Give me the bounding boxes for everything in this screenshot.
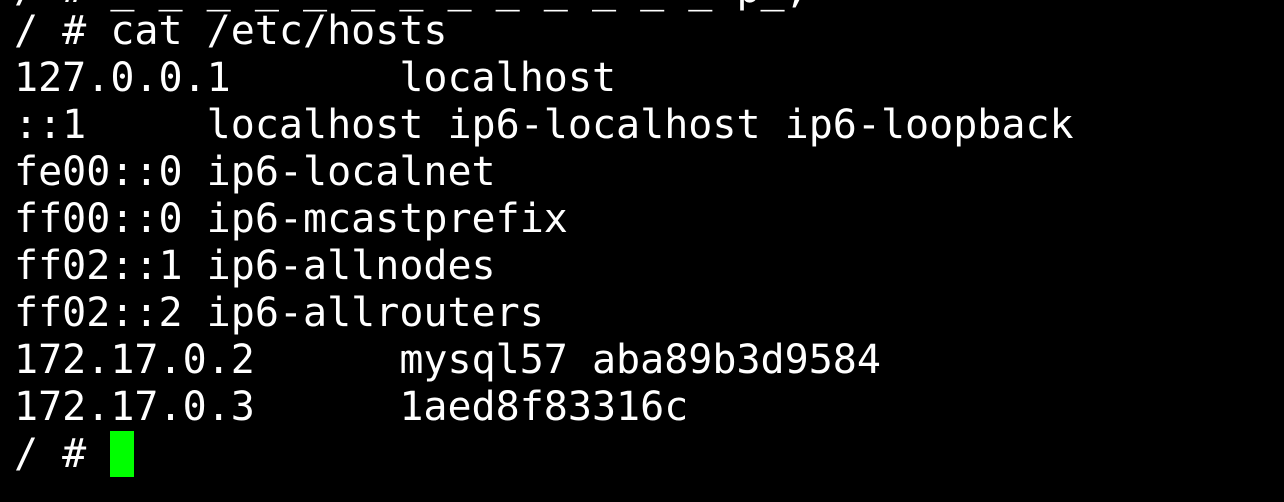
- hosts-line: 172.17.0.2 mysql57 aba89b3d9584: [14, 337, 881, 383]
- hosts-line: ::1 localhost ip6-localhost ip6-loopback: [14, 102, 1074, 148]
- hosts-line: ff02::1 ip6-allnodes: [14, 243, 496, 289]
- hosts-line: 127.0.0.1 localhost: [14, 55, 617, 101]
- hosts-line: 172.17.0.3 1aed8f83316c: [14, 384, 689, 430]
- hosts-line: fe00::0 ip6-localnet: [14, 149, 496, 195]
- hosts-line: ff02::2 ip6-allrouters: [14, 290, 544, 336]
- command-line: / # cat /etc/hosts: [14, 8, 448, 54]
- hosts-line: ff00::0 ip6-mcastprefix: [14, 196, 568, 242]
- prompt-line[interactable]: / #: [14, 431, 1074, 478]
- shell-prompt: / #: [14, 431, 111, 477]
- terminal-window[interactable]: / # _ _ _ _ _ _ _ _ _ _ _ _ _ p_, / # ca…: [0, 0, 1284, 502]
- terminal-output: / # cat /etc/hosts 127.0.0.1 localhost :…: [14, 8, 1074, 478]
- text-cursor[interactable]: [110, 431, 135, 477]
